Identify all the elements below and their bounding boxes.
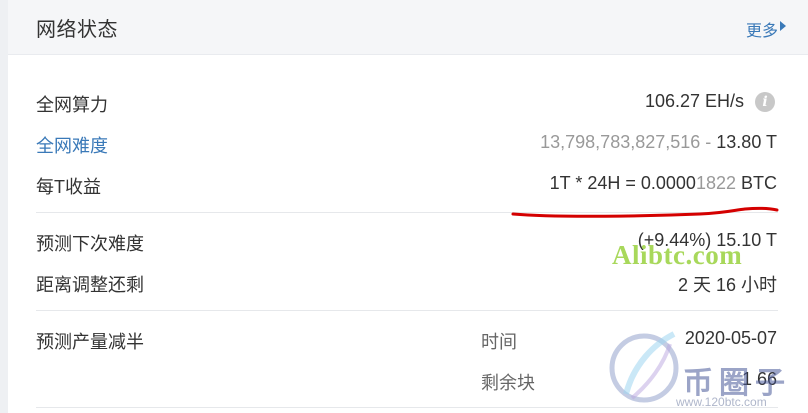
- earnings-prefix: 1T * 24H = 0.0000: [549, 173, 696, 193]
- divider: [36, 212, 778, 213]
- earnings-label: 每T收益: [36, 177, 101, 197]
- adjust-remaining-label: 距离调整还剩: [36, 275, 144, 295]
- halving-blocks-key: 剩余块: [481, 373, 535, 393]
- earnings-suffix: BTC: [735, 173, 777, 193]
- more-link[interactable]: 更多: [746, 17, 778, 41]
- next-difficulty-label: 预测下次难度: [36, 234, 144, 254]
- watermark-text: Alibtc.com: [612, 240, 743, 270]
- info-icon[interactable]: i: [755, 92, 775, 112]
- adjust-remaining-value: 2 天 16 小时: [677, 275, 777, 295]
- hashrate-value: 106.27 EH/s: [644, 91, 744, 111]
- watermark-site: www.120btc.com: [676, 395, 767, 409]
- divider: [36, 310, 778, 311]
- earnings-value: 1T * 24H = 0.00001822 BTC: [550, 173, 777, 194]
- difficulty-value: 13,798,783,827,516 - 13.80 T: [540, 132, 777, 153]
- earnings-highlight: 1822: [695, 173, 736, 193]
- difficulty-link[interactable]: 全网难度: [36, 132, 108, 158]
- card-header: 网络状态 更多: [8, 0, 808, 55]
- halving-label: 预测产量减半: [36, 332, 144, 352]
- chevron-right-icon[interactable]: [780, 21, 786, 31]
- difficulty-short: 13.80 T: [716, 132, 777, 152]
- difficulty-full: 13,798,783,827,516: [540, 132, 701, 152]
- halving-time-key: 时间: [481, 332, 517, 352]
- hashrate-label: 全网算力: [36, 95, 108, 115]
- card-title: 网络状态: [36, 19, 118, 41]
- difficulty-separator: -: [700, 132, 717, 152]
